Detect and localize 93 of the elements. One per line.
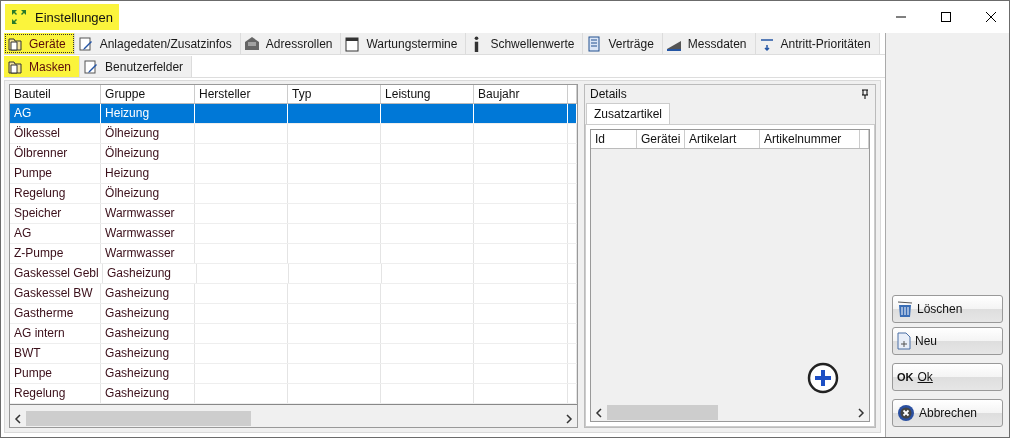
column-header[interactable]: Gerätei: [637, 130, 685, 148]
table-row[interactable]: Ölbrenner Ölheizung: [10, 144, 577, 164]
table-row[interactable]: Ölkessel Ölheizung: [10, 124, 577, 144]
app-icon: [11, 9, 27, 25]
table-cell: Gasheizung: [105, 286, 170, 300]
table-cell: Regelung: [14, 186, 66, 200]
edit-icon: [83, 58, 100, 75]
column-header[interactable]: Artikelnummer: [760, 130, 860, 148]
table-cell: Ölheizung: [105, 186, 160, 200]
table-cell: Gasheizung: [105, 386, 170, 400]
horizontal-scrollbar[interactable]: [10, 410, 577, 427]
tab[interactable]: Schwellenwerte: [466, 33, 584, 54]
column-header[interactable]: Typ: [288, 85, 382, 103]
table-row[interactable]: Z-Pumpe Warmwasser: [10, 244, 577, 264]
info-icon: [474, 35, 480, 52]
table-cell: Gasheizung: [105, 326, 170, 340]
table-cell: Gasheizung: [105, 346, 170, 360]
table-cell: Speicher: [14, 206, 62, 220]
table-row[interactable]: Pumpe Heizung: [10, 164, 577, 184]
edit-icon: [77, 35, 94, 52]
table-cell: Pumpe: [14, 166, 53, 180]
tab[interactable]: Benutzerfelder: [80, 56, 193, 77]
column-header[interactable]: Hersteller: [195, 85, 289, 103]
table-cell: AG: [14, 106, 32, 120]
table-cell: Warmwasser: [105, 246, 175, 260]
ok-button[interactable]: OK Ok: [892, 363, 1003, 391]
envelope-icon: [243, 35, 260, 52]
ok-icon: OK: [897, 371, 914, 383]
table-row[interactable]: Gastherme Gasheizung: [10, 304, 577, 324]
tab[interactable]: Wartungstermine: [341, 33, 467, 54]
column-header[interactable]: Id: [591, 130, 637, 148]
table-cell: Pumpe: [14, 366, 53, 380]
tab[interactable]: Anlagedaten/Zusatzinfos: [74, 33, 241, 54]
table-cell: Z-Pumpe: [14, 246, 64, 260]
column-header[interactable]: Bauteil: [10, 85, 102, 103]
calendar-icon: [344, 35, 361, 52]
scroll-right-icon[interactable]: [565, 413, 573, 424]
column-header[interactable]: Gruppe: [101, 85, 196, 103]
tab[interactable]: Geräte: [4, 33, 75, 54]
column-header[interactable]: Baujahr: [474, 85, 568, 103]
table-cell: Warmwasser: [105, 226, 175, 240]
table-row[interactable]: Gaskessel Gebl Gasheizung: [10, 264, 577, 284]
folder-icon: [7, 35, 23, 52]
document-icon: [586, 35, 603, 52]
table-row[interactable]: Regelung Ölheizung: [10, 184, 577, 204]
table-cell: Gastherme: [14, 306, 74, 320]
new-button[interactable]: Neu: [892, 327, 1003, 355]
table-cell: AG: [14, 226, 32, 240]
table-row[interactable]: AG Warmwasser: [10, 224, 577, 244]
trash-icon: [897, 300, 913, 318]
table-row[interactable]: Pumpe Gasheizung: [10, 364, 577, 384]
scroll-left-icon[interactable]: [14, 413, 22, 424]
table-row[interactable]: AG intern Gasheizung: [10, 324, 577, 344]
table-row[interactable]: BWT Gasheizung: [10, 344, 577, 364]
table-cell: Heizung: [105, 106, 150, 120]
tab[interactable]: Messdaten: [662, 33, 756, 54]
tab[interactable]: Zusatzartikel: [586, 103, 671, 124]
table-row[interactable]: Gaskessel BW Gasheizung: [10, 284, 577, 304]
table-cell: Ölheizung: [105, 126, 160, 140]
table-row[interactable]: Speicher Warmwasser: [10, 204, 577, 224]
table-row[interactable]: AG Heizung: [10, 104, 577, 124]
scroll-left-icon[interactable]: [595, 407, 603, 418]
column-header[interactable]: Artikelart: [685, 130, 760, 148]
tab[interactable]: Verträge: [583, 33, 663, 54]
close-icon[interactable]: [985, 11, 997, 23]
maximize-icon[interactable]: [940, 11, 952, 23]
delete-button[interactable]: Löschen: [892, 295, 1003, 323]
table-cell: Warmwasser: [105, 206, 175, 220]
window-title: Einstellungen: [5, 4, 120, 30]
pin-icon[interactable]: [861, 89, 869, 99]
table-cell: AG intern: [14, 326, 65, 340]
new-document-icon: [897, 332, 911, 350]
panel-title: Details: [590, 87, 627, 101]
cancel-button[interactable]: Abbrechen: [892, 399, 1003, 427]
column-header[interactable]: Leistung: [381, 85, 475, 103]
add-icon[interactable]: [807, 362, 839, 394]
table-cell: Heizung: [105, 166, 150, 180]
table-cell: BWT: [14, 346, 41, 360]
table-cell: Regelung: [14, 386, 66, 400]
table-cell: Ölkessel: [14, 126, 60, 140]
scroll-right-icon[interactable]: [857, 407, 865, 418]
table-cell: Gaskessel BW: [14, 286, 93, 300]
folder-icon: [7, 58, 23, 75]
table-cell: Ölbrenner: [14, 146, 68, 160]
table-cell: Ölheizung: [105, 146, 160, 160]
tab[interactable]: Adressrollen: [240, 33, 342, 54]
table-cell: Gasheizung: [107, 266, 172, 280]
table-cell: Gaskessel Gebl: [14, 266, 99, 280]
cancel-icon: [897, 404, 915, 422]
table-cell: Gasheizung: [105, 306, 170, 320]
tab[interactable]: Masken: [4, 56, 81, 77]
tab[interactable]: Antritt-Prioritäten: [755, 33, 880, 54]
table-cell: Gasheizung: [105, 366, 170, 380]
